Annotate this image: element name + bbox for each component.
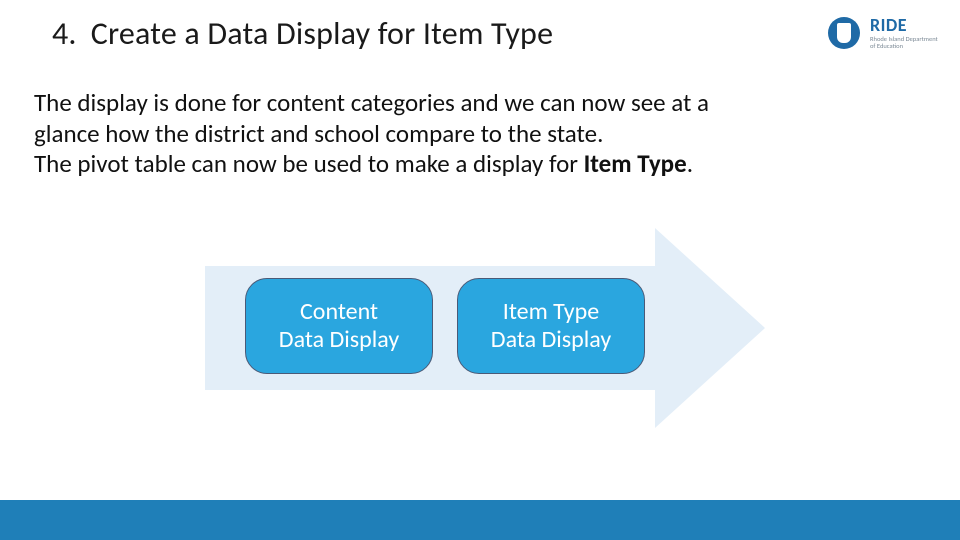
process-arrow-diagram: Content Data Display Item Type Data Disp… <box>205 228 765 428</box>
slide-title: 4. Create a Data Display for Item Type <box>52 14 553 53</box>
pill-container: Content Data Display Item Type Data Disp… <box>245 278 645 374</box>
body-line-2: glance how the district and school compa… <box>34 118 603 149</box>
brand-text: RIDE Rhode Island Department of Educatio… <box>870 16 940 50</box>
anchor-icon <box>837 23 851 43</box>
footer-bar <box>0 500 960 540</box>
body-line-1: The display is done for content categori… <box>34 87 709 118</box>
body-line-3-bold: Item Type <box>584 148 687 179</box>
item-type-data-display-pill: Item Type Data Display <box>457 278 645 374</box>
title-text: Create a Data Display for Item Type <box>91 14 553 53</box>
body-paragraph: The display is done for content categori… <box>34 88 916 180</box>
content-data-display-pill: Content Data Display <box>245 278 433 374</box>
pill-line: Item Type <box>503 297 599 326</box>
pill-line: Content <box>300 297 378 326</box>
body-line-3-prefix: The pivot table can now be used to make … <box>34 148 584 179</box>
body-line-3-suffix: . <box>687 148 693 179</box>
ride-seal-icon <box>828 17 860 49</box>
title-number: 4. <box>52 14 77 53</box>
pill-line: Data Display <box>279 325 399 354</box>
pill-line: Data Display <box>491 325 611 354</box>
slide: 4. Create a Data Display for Item Type RI… <box>0 0 960 540</box>
brand-logo: RIDE Rhode Island Department of Educatio… <box>828 16 940 50</box>
brand-subtitle: Rhode Island Department of Education <box>870 36 940 50</box>
brand-name: RIDE <box>870 16 940 34</box>
